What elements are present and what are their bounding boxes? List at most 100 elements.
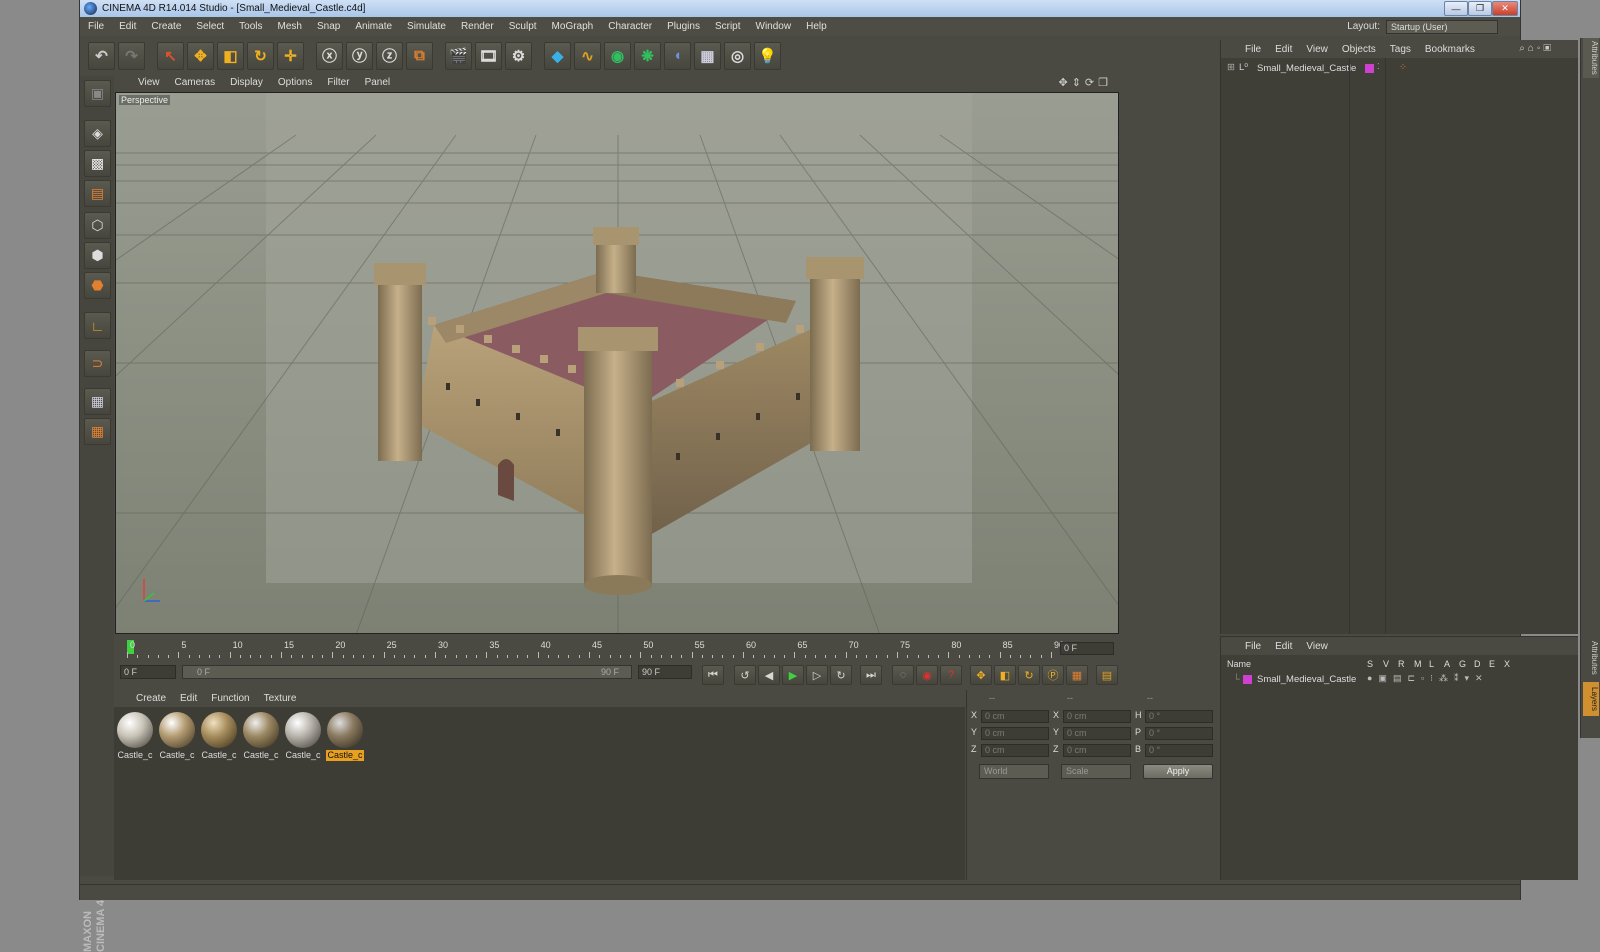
perspective-viewport[interactable]: Perspective: [115, 92, 1119, 634]
layer-flag-icons[interactable]: ●▣▤⊏▫⁝⁂⁑▾✕: [1367, 673, 1489, 684]
size-x-field[interactable]: 0 cm: [1063, 710, 1131, 723]
position-z-field[interactable]: 0 cm: [981, 744, 1049, 757]
material-menu-function[interactable]: Function: [211, 693, 249, 704]
axis-mode-icon[interactable]: ∟: [84, 312, 111, 339]
frame-range-slider[interactable]: 0 F 90 F: [182, 665, 632, 679]
menu-mograph[interactable]: MoGraph: [552, 21, 594, 32]
column-animation[interactable]: A: [1444, 659, 1450, 669]
object-menu-edit[interactable]: Edit: [1275, 44, 1292, 55]
previous-key-icon[interactable]: ↺: [734, 665, 756, 685]
column-expressions[interactable]: E: [1489, 659, 1495, 669]
model-mode-icon[interactable]: ◈: [84, 120, 111, 147]
object-menu-file[interactable]: File: [1245, 44, 1261, 55]
menu-help[interactable]: Help: [806, 21, 827, 32]
menu-simulate[interactable]: Simulate: [407, 21, 446, 32]
coordinate-mode-dropdown[interactable]: World: [979, 764, 1049, 779]
nurbs-icon[interactable]: ◉: [604, 41, 631, 70]
restore-button[interactable]: ❐: [1468, 1, 1492, 16]
material-tag-icon[interactable]: ⁘: [1399, 62, 1407, 73]
workplane-icon[interactable]: ▦: [84, 388, 111, 415]
viewport-menu-panel[interactable]: Panel: [365, 77, 391, 88]
x-axis-lock-icon[interactable]: ⓧ: [316, 41, 343, 70]
object-menu-view[interactable]: View: [1306, 44, 1328, 55]
object-menu-objects[interactable]: Objects: [1342, 44, 1376, 55]
layer-menu-edit[interactable]: Edit: [1275, 641, 1292, 652]
layout-dropdown[interactable]: Startup (User): [1386, 20, 1498, 34]
menu-file[interactable]: File: [88, 21, 104, 32]
deformer-icon[interactable]: ◖: [664, 41, 691, 70]
render-settings-icon[interactable]: ⚙: [505, 41, 532, 70]
menu-script[interactable]: Script: [715, 21, 741, 32]
move-icon[interactable]: ✥: [187, 41, 214, 70]
column-solo[interactable]: S: [1367, 659, 1373, 669]
object-name[interactable]: Small_Medieval_Castle: [1257, 63, 1356, 74]
render-view-icon[interactable]: 🎬: [445, 41, 472, 70]
rotation-p-field[interactable]: 0 °: [1145, 727, 1213, 740]
end-frame-field[interactable]: 90 F: [638, 665, 692, 679]
redo-icon[interactable]: ↷: [118, 41, 145, 70]
visibility-dots-icon[interactable]: ⁚: [1377, 62, 1380, 71]
menu-character[interactable]: Character: [608, 21, 652, 32]
spline-icon[interactable]: ∿: [574, 41, 601, 70]
layer-menu-view[interactable]: View: [1306, 641, 1328, 652]
material-swatch[interactable]: Castle_c: [242, 710, 280, 760]
size-y-field[interactable]: 0 cm: [1063, 727, 1131, 740]
attributes-tab-lower[interactable]: Attributes: [1583, 628, 1599, 688]
locked-workplane-icon[interactable]: ▦: [84, 418, 111, 445]
object-menu-tags[interactable]: Tags: [1390, 44, 1411, 55]
start-frame-field[interactable]: 0 F: [120, 665, 176, 679]
key-parameter-icon[interactable]: Ⓟ: [1042, 665, 1064, 685]
menu-snap[interactable]: Snap: [317, 21, 340, 32]
attributes-tab[interactable]: Attributes: [1583, 38, 1599, 78]
menu-create[interactable]: Create: [151, 21, 181, 32]
key-rotation-icon[interactable]: ↻: [1018, 665, 1040, 685]
material-swatch[interactable]: Castle_c: [116, 710, 154, 760]
undo-icon[interactable]: ↶: [88, 41, 115, 70]
camera-icon[interactable]: ◎: [724, 41, 751, 70]
make-editable-icon[interactable]: ▣: [84, 80, 111, 107]
timeline[interactable]: 0 5 10 15 20 25 30 35 40 45 50 55 60 65 70 75 80 85 90 0 F: [114, 636, 1120, 660]
key-pla-icon[interactable]: ▦: [1066, 665, 1088, 685]
material-menu-edit[interactable]: Edit: [180, 693, 197, 704]
column-view[interactable]: V: [1383, 659, 1389, 669]
go-to-start-icon[interactable]: ⏮: [702, 665, 724, 685]
layer-name[interactable]: Small_Medieval_Castle: [1257, 674, 1356, 685]
layer-color-swatch[interactable]: [1243, 675, 1252, 684]
size-mode-dropdown[interactable]: Scale: [1061, 764, 1131, 779]
z-axis-lock-icon[interactable]: ⓩ: [376, 41, 403, 70]
cube-primitive-icon[interactable]: ◆: [544, 41, 571, 70]
object-manager-search-icon[interactable]: ⌕⌂◦▣: [1519, 43, 1554, 54]
current-frame-field[interactable]: 0 F: [1060, 642, 1114, 655]
position-x-field[interactable]: 0 cm: [981, 710, 1049, 723]
edges-mode-icon[interactable]: ⬢: [84, 242, 111, 269]
object-menu-bookmarks[interactable]: Bookmarks: [1425, 44, 1475, 55]
floor-icon[interactable]: ▦: [694, 41, 721, 70]
menu-animate[interactable]: Animate: [355, 21, 392, 32]
menu-select[interactable]: Select: [196, 21, 224, 32]
timeline-ruler[interactable]: 0 5 10 15 20 25 30 35 40 45 50 55 60 65 70 75 80 85 90: [127, 640, 1064, 658]
light-icon[interactable]: 💡: [754, 41, 781, 70]
timeline-window-icon[interactable]: ▤: [1096, 665, 1118, 685]
rotation-b-field[interactable]: 0 °: [1145, 744, 1213, 757]
column-manager[interactable]: M: [1414, 659, 1422, 669]
column-locked[interactable]: L: [1429, 659, 1434, 669]
menu-window[interactable]: Window: [756, 21, 792, 32]
column-deformers[interactable]: D: [1474, 659, 1481, 669]
expand-icon[interactable]: ⊞: [1227, 62, 1235, 73]
polygons-mode-icon[interactable]: ⬣: [84, 272, 111, 299]
viewport-menu-display[interactable]: Display: [230, 77, 263, 88]
next-frame-icon[interactable]: ▷: [806, 665, 828, 685]
minimize-button[interactable]: —: [1444, 1, 1468, 16]
material-menu-texture[interactable]: Texture: [264, 693, 297, 704]
size-z-field[interactable]: 0 cm: [1063, 744, 1131, 757]
snap-icon[interactable]: ⊃: [84, 350, 111, 377]
material-swatch-selected[interactable]: Castle_c: [326, 710, 364, 761]
object-row[interactable]: ⊞ L⁰ Small_Medieval_Castle ⁚ ⁘: [1227, 62, 1572, 76]
column-xref[interactable]: X: [1504, 659, 1510, 669]
menu-plugins[interactable]: Plugins: [667, 21, 700, 32]
key-scale-icon[interactable]: ◧: [994, 665, 1016, 685]
key-position-icon[interactable]: ✥: [970, 665, 992, 685]
scale-icon[interactable]: ◧: [217, 41, 244, 70]
keyframe-selection-icon[interactable]: ?: [940, 665, 962, 685]
render-picture-viewer-icon[interactable]: 🎞: [475, 41, 502, 70]
